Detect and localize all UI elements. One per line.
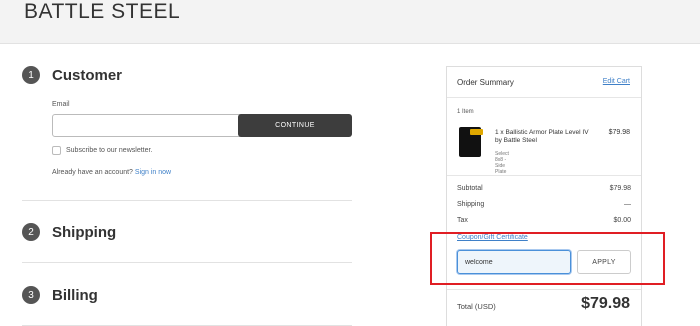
subtotal-value: $79.98 (609, 185, 631, 192)
coupon-link[interactable]: Coupon/Gift Certificate (457, 234, 528, 241)
coupon-input[interactable] (457, 250, 571, 274)
step-number: 2 (22, 223, 40, 241)
continue-button[interactable]: CONTINUE (238, 114, 352, 137)
summary-divider (447, 175, 641, 176)
shipping-label: Shipping (457, 201, 485, 208)
site-header: BATTLE STEEL (0, 0, 700, 44)
shipping-value: — (624, 201, 631, 208)
brand-logo[interactable]: BATTLE STEEL (24, 0, 180, 24)
shipping-row: Shipping — (457, 201, 631, 208)
email-label: Email (52, 101, 70, 108)
tax-value: $0.00 (613, 217, 631, 224)
product-image (459, 127, 483, 157)
product-variant: Select 8x8 - Side Plate (495, 151, 509, 175)
product-name: 1 x Ballistic Armor Plate Level IV by Ba… (495, 129, 589, 144)
newsletter-label: Subscribe to our newsletter. (66, 147, 153, 154)
summary-divider (447, 97, 641, 98)
newsletter-option[interactable]: Subscribe to our newsletter. (52, 146, 152, 155)
step-shipping: 2 Shipping (22, 223, 116, 241)
account-prompt-text: Already have an account? (52, 169, 133, 176)
newsletter-checkbox[interactable] (52, 146, 61, 155)
total-value: $79.98 (581, 295, 630, 312)
step-customer: 1 Customer (22, 66, 122, 84)
edit-cart-link[interactable]: Edit Cart (603, 78, 630, 85)
items-count: 1 Item (457, 109, 474, 115)
product-price: $79.98 (608, 129, 630, 136)
tax-label: Tax (457, 217, 468, 224)
subtotal-row: Subtotal $79.98 (457, 185, 631, 192)
step-title-billing: Billing (52, 286, 98, 304)
apply-button[interactable]: APPLY (577, 250, 631, 274)
step-title-customer: Customer (52, 66, 123, 84)
subtotal-label: Subtotal (457, 185, 483, 192)
summary-divider (447, 289, 641, 290)
order-summary-title: Order Summary (457, 78, 514, 87)
section-divider (22, 200, 352, 201)
step-number: 3 (22, 286, 40, 304)
step-billing: 3 Billing (22, 286, 98, 304)
tax-row: Tax $0.00 (457, 217, 631, 224)
email-field[interactable] (52, 114, 255, 137)
step-title-shipping: Shipping (52, 223, 117, 241)
sign-in-link[interactable]: Sign in now (135, 169, 171, 176)
total-label: Total (USD) (457, 302, 496, 311)
order-summary: Order Summary Edit Cart 1 Item 1 x Balli… (446, 66, 642, 326)
step-number: 1 (22, 66, 40, 84)
account-prompt: Already have an account? Sign in now (52, 169, 171, 176)
section-divider (22, 262, 352, 263)
